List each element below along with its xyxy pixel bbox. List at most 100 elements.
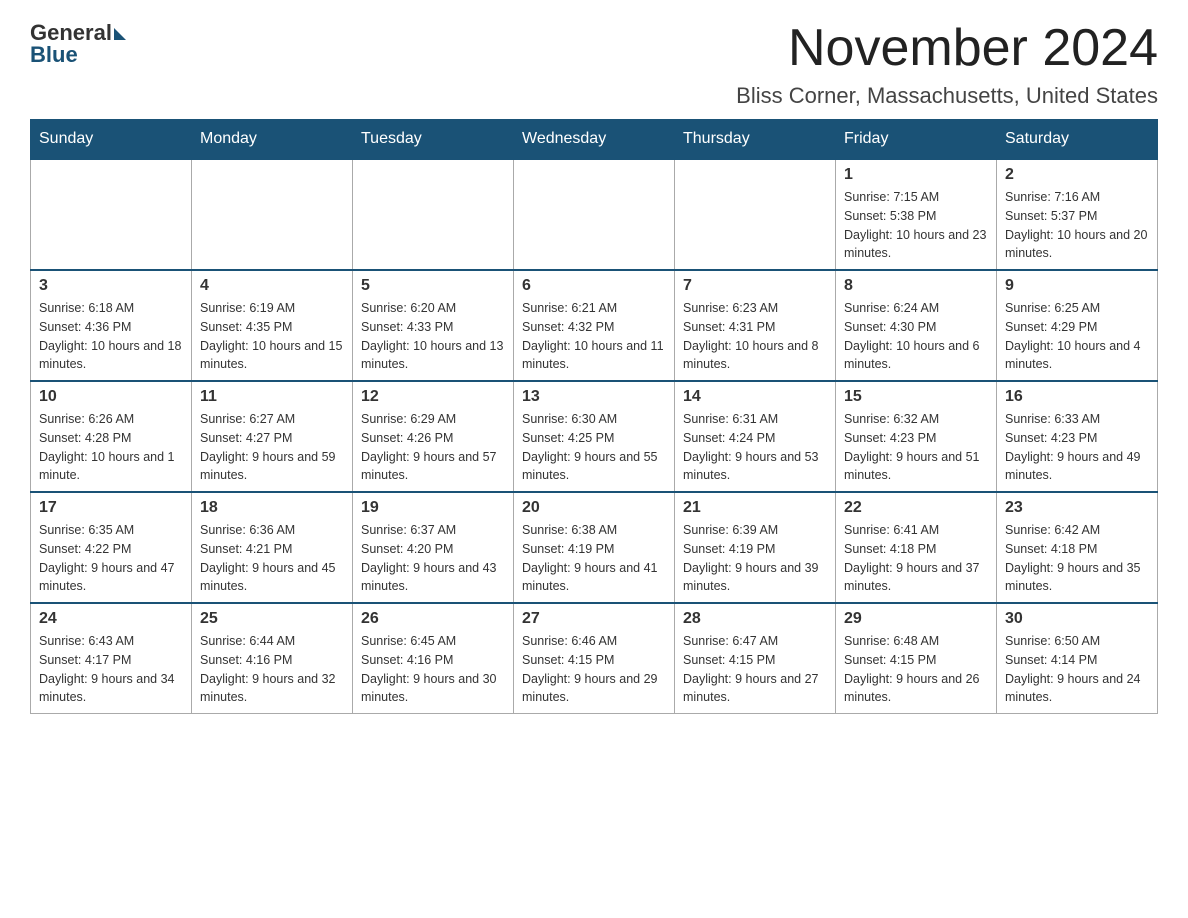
calendar-header-saturday: Saturday (997, 120, 1158, 160)
logo-arrow-icon (114, 28, 126, 40)
calendar-cell: 10 Sunrise: 6:26 AMSunset: 4:28 PMDayligh… (31, 381, 192, 492)
calendar-week-1: 1 Sunrise: 7:15 AMSunset: 5:38 PMDaylight… (31, 159, 1158, 270)
title-section: November 2024 Bliss Corner, Massachusett… (736, 20, 1158, 109)
calendar-header-tuesday: Tuesday (353, 120, 514, 160)
calendar-cell: 19 Sunrise: 6:37 AMSunset: 4:20 PMDayligh… (353, 492, 514, 603)
calendar-cell (31, 159, 192, 270)
calendar-cell: 12 Sunrise: 6:29 AMSunset: 4:26 PMDayligh… (353, 381, 514, 492)
day-number: 30 (1005, 610, 1149, 628)
calendar-cell: 7 Sunrise: 6:23 AMSunset: 4:31 PMDaylight… (675, 270, 836, 381)
page-subtitle: Bliss Corner, Massachusetts, United Stat… (736, 83, 1158, 109)
day-info: Sunrise: 6:19 AMSunset: 4:35 PMDaylight:… (200, 299, 344, 374)
calendar-cell: 16 Sunrise: 6:33 AMSunset: 4:23 PMDayligh… (997, 381, 1158, 492)
day-number: 9 (1005, 277, 1149, 295)
day-number: 8 (844, 277, 988, 295)
day-info: Sunrise: 6:45 AMSunset: 4:16 PMDaylight:… (361, 632, 505, 707)
calendar-table: SundayMondayTuesdayWednesdayThursdayFrid… (30, 119, 1158, 714)
day-info: Sunrise: 6:35 AMSunset: 4:22 PMDaylight:… (39, 521, 183, 596)
day-info: Sunrise: 6:32 AMSunset: 4:23 PMDaylight:… (844, 410, 988, 485)
calendar-header-thursday: Thursday (675, 120, 836, 160)
day-info: Sunrise: 6:36 AMSunset: 4:21 PMDaylight:… (200, 521, 344, 596)
day-info: Sunrise: 6:26 AMSunset: 4:28 PMDaylight:… (39, 410, 183, 485)
page-header: General Blue November 2024 Bliss Corner,… (30, 20, 1158, 109)
day-info: Sunrise: 6:37 AMSunset: 4:20 PMDaylight:… (361, 521, 505, 596)
calendar-cell: 24Sunrise: 6:43 AMSunset: 4:17 PMDayligh… (31, 603, 192, 714)
day-number: 24 (39, 610, 183, 628)
day-number: 1 (844, 166, 988, 184)
day-number: 21 (683, 499, 827, 517)
calendar-cell (192, 159, 353, 270)
day-number: 18 (200, 499, 344, 517)
calendar-cell: 23 Sunrise: 6:42 AMSunset: 4:18 PMDayligh… (997, 492, 1158, 603)
calendar-cell: 9Sunrise: 6:25 AMSunset: 4:29 PMDaylight… (997, 270, 1158, 381)
calendar-cell: 17Sunrise: 6:35 AMSunset: 4:22 PMDayligh… (31, 492, 192, 603)
day-info: Sunrise: 6:33 AMSunset: 4:23 PMDaylight:… (1005, 410, 1149, 485)
day-number: 5 (361, 277, 505, 295)
calendar-cell (514, 159, 675, 270)
day-number: 15 (844, 388, 988, 406)
day-info: Sunrise: 6:23 AMSunset: 4:31 PMDaylight:… (683, 299, 827, 374)
day-number: 29 (844, 610, 988, 628)
calendar-header-row: SundayMondayTuesdayWednesdayThursdayFrid… (31, 120, 1158, 160)
day-number: 4 (200, 277, 344, 295)
calendar-cell: 18 Sunrise: 6:36 AMSunset: 4:21 PMDayligh… (192, 492, 353, 603)
calendar-cell (353, 159, 514, 270)
calendar-cell: 26Sunrise: 6:45 AMSunset: 4:16 PMDayligh… (353, 603, 514, 714)
day-info: Sunrise: 6:46 AMSunset: 4:15 PMDaylight:… (522, 632, 666, 707)
calendar-cell: 11Sunrise: 6:27 AMSunset: 4:27 PMDayligh… (192, 381, 353, 492)
day-info: Sunrise: 6:38 AMSunset: 4:19 PMDaylight:… (522, 521, 666, 596)
day-info: Sunrise: 6:29 AMSunset: 4:26 PMDaylight:… (361, 410, 505, 485)
calendar-cell: 30 Sunrise: 6:50 AMSunset: 4:14 PMDayligh… (997, 603, 1158, 714)
calendar-header-monday: Monday (192, 120, 353, 160)
calendar-cell: 13Sunrise: 6:30 AMSunset: 4:25 PMDayligh… (514, 381, 675, 492)
day-number: 11 (200, 388, 344, 406)
day-info: Sunrise: 6:18 AMSunset: 4:36 PMDaylight:… (39, 299, 183, 374)
day-number: 10 (39, 388, 183, 406)
day-number: 23 (1005, 499, 1149, 517)
calendar-header-friday: Friday (836, 120, 997, 160)
calendar-cell: 8 Sunrise: 6:24 AMSunset: 4:30 PMDaylight… (836, 270, 997, 381)
day-info: Sunrise: 6:39 AMSunset: 4:19 PMDaylight:… (683, 521, 827, 596)
day-number: 12 (361, 388, 505, 406)
calendar-cell: 20 Sunrise: 6:38 AMSunset: 4:19 PMDayligh… (514, 492, 675, 603)
day-info: Sunrise: 7:15 AMSunset: 5:38 PMDaylight:… (844, 188, 988, 263)
day-number: 6 (522, 277, 666, 295)
day-number: 25 (200, 610, 344, 628)
day-number: 3 (39, 277, 183, 295)
calendar-cell: 27 Sunrise: 6:46 AMSunset: 4:15 PMDayligh… (514, 603, 675, 714)
day-number: 22 (844, 499, 988, 517)
day-number: 28 (683, 610, 827, 628)
calendar-cell: 21 Sunrise: 6:39 AMSunset: 4:19 PMDayligh… (675, 492, 836, 603)
calendar-cell: 1 Sunrise: 7:15 AMSunset: 5:38 PMDaylight… (836, 159, 997, 270)
day-number: 2 (1005, 166, 1149, 184)
day-number: 19 (361, 499, 505, 517)
logo: General Blue (30, 20, 126, 68)
day-info: Sunrise: 6:47 AMSunset: 4:15 PMDaylight:… (683, 632, 827, 707)
calendar-cell: 29Sunrise: 6:48 AMSunset: 4:15 PMDayligh… (836, 603, 997, 714)
calendar-header-sunday: Sunday (31, 120, 192, 160)
calendar-cell: 25Sunrise: 6:44 AMSunset: 4:16 PMDayligh… (192, 603, 353, 714)
page-title: November 2024 (736, 20, 1158, 77)
calendar-cell (675, 159, 836, 270)
calendar-cell: 4 Sunrise: 6:19 AMSunset: 4:35 PMDaylight… (192, 270, 353, 381)
calendar-week-3: 10 Sunrise: 6:26 AMSunset: 4:28 PMDayligh… (31, 381, 1158, 492)
calendar-cell: 15 Sunrise: 6:32 AMSunset: 4:23 PMDayligh… (836, 381, 997, 492)
day-info: Sunrise: 6:30 AMSunset: 4:25 PMDaylight:… (522, 410, 666, 485)
day-info: Sunrise: 6:50 AMSunset: 4:14 PMDaylight:… (1005, 632, 1149, 707)
day-number: 16 (1005, 388, 1149, 406)
day-info: Sunrise: 7:16 AMSunset: 5:37 PMDaylight:… (1005, 188, 1149, 263)
calendar-cell: 3 Sunrise: 6:18 AMSunset: 4:36 PMDaylight… (31, 270, 192, 381)
day-info: Sunrise: 6:21 AMSunset: 4:32 PMDaylight:… (522, 299, 666, 374)
day-number: 27 (522, 610, 666, 628)
day-info: Sunrise: 6:24 AMSunset: 4:30 PMDaylight:… (844, 299, 988, 374)
day-info: Sunrise: 6:42 AMSunset: 4:18 PMDaylight:… (1005, 521, 1149, 596)
calendar-cell: 5 Sunrise: 6:20 AMSunset: 4:33 PMDaylight… (353, 270, 514, 381)
day-number: 20 (522, 499, 666, 517)
day-number: 7 (683, 277, 827, 295)
calendar-week-4: 17Sunrise: 6:35 AMSunset: 4:22 PMDayligh… (31, 492, 1158, 603)
calendar-cell: 2 Sunrise: 7:16 AMSunset: 5:37 PMDaylight… (997, 159, 1158, 270)
calendar-cell: 14Sunrise: 6:31 AMSunset: 4:24 PMDayligh… (675, 381, 836, 492)
calendar-cell: 22Sunrise: 6:41 AMSunset: 4:18 PMDayligh… (836, 492, 997, 603)
day-number: 14 (683, 388, 827, 406)
day-info: Sunrise: 6:20 AMSunset: 4:33 PMDaylight:… (361, 299, 505, 374)
